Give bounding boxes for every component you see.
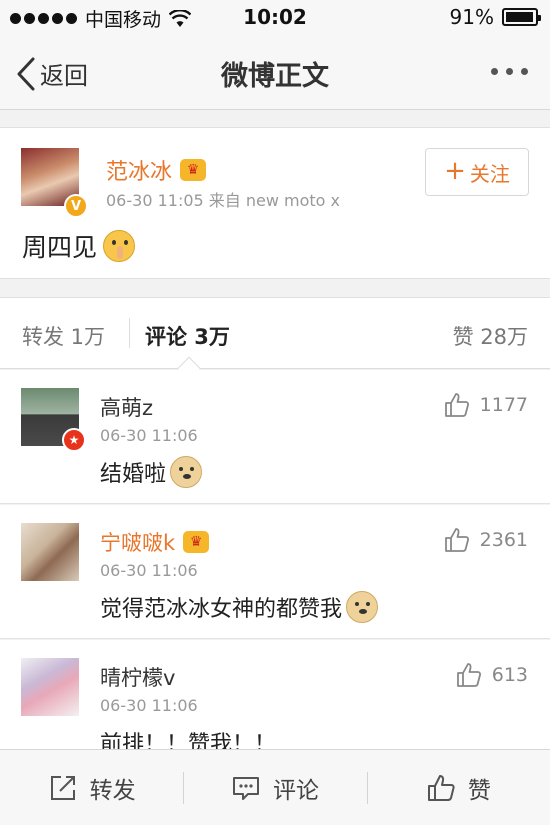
shush-emoji-icon bbox=[103, 230, 136, 262]
comment-item: 宁啵啵k ♛ 06-30 11:06 觉得范冰冰女神的都赞我 2361 bbox=[0, 505, 550, 639]
comment-bubble-icon bbox=[232, 776, 259, 800]
commenter-name[interactable]: 宁啵啵k ♛ bbox=[100, 527, 210, 557]
verified-badge-icon: V bbox=[64, 194, 88, 218]
tab-divider bbox=[129, 318, 130, 348]
comment-button[interactable]: 评论 bbox=[183, 750, 366, 825]
author-name-text: 范冰冰 bbox=[106, 160, 173, 185]
comment-like-button[interactable]: 613 bbox=[456, 662, 528, 688]
post-card: V 范冰冰 ♛ 06-30 11:05 来自 new moto x + 关注 周… bbox=[0, 127, 550, 279]
post-meta: 06-30 11:05 来自 new moto x bbox=[106, 191, 341, 210]
comment-text-content: 结婚啦 bbox=[100, 462, 167, 487]
bottom-toolbar: 转发 评论 赞 bbox=[0, 749, 550, 825]
comment-like-count: 2361 bbox=[479, 529, 528, 551]
commenter-avatar[interactable] bbox=[21, 523, 79, 581]
follow-button[interactable]: + 关注 bbox=[425, 148, 529, 196]
doge-emoji-icon bbox=[170, 456, 203, 488]
tab-comment[interactable]: 评论 3万 bbox=[145, 321, 230, 351]
post-text-content: 周四见 bbox=[22, 233, 98, 262]
doge-emoji-icon bbox=[346, 591, 379, 623]
status-right: 91% bbox=[449, 5, 541, 29]
plus-icon: + bbox=[444, 156, 466, 186]
thumb-up-icon bbox=[427, 774, 455, 801]
comment-time: 06-30 11:06 bbox=[100, 561, 198, 580]
vip-crown-icon: ♛ bbox=[183, 531, 210, 553]
like-button[interactable]: 赞 bbox=[366, 750, 550, 825]
follow-label: 关注 bbox=[469, 161, 510, 186]
repost-label: 转发 bbox=[89, 777, 136, 804]
page-title: 微博正文 bbox=[221, 61, 329, 92]
comment-text: 结婚啦 bbox=[100, 456, 203, 488]
comment-time: 06-30 11:06 bbox=[100, 696, 198, 715]
commenter-name[interactable]: 晴柠檬v bbox=[100, 662, 175, 692]
interaction-tabs: 转发 1万 评论 3万 赞 28万 bbox=[0, 297, 550, 369]
commenter-avatar[interactable] bbox=[21, 658, 79, 716]
like-label: 赞 bbox=[467, 777, 491, 804]
commenter-name[interactable]: 高萌z bbox=[100, 392, 153, 422]
thumb-up-icon bbox=[444, 393, 469, 417]
comment-like-count: 613 bbox=[491, 664, 528, 686]
comment-time: 06-30 11:06 bbox=[100, 426, 198, 445]
more-dots-icon[interactable] bbox=[491, 68, 528, 75]
star-badge-icon: ★ bbox=[62, 428, 86, 452]
comment-like-button[interactable]: 1177 bbox=[444, 392, 528, 418]
comment-text-content: 觉得范冰冰女神的都赞我 bbox=[100, 597, 343, 622]
comment-text: 觉得范冰冰女神的都赞我 bbox=[100, 591, 379, 623]
post-text: 周四见 bbox=[22, 228, 136, 264]
status-bar: 中国移动 10:02 91% bbox=[0, 0, 550, 36]
comment-label: 评论 bbox=[272, 777, 319, 804]
thumb-up-icon bbox=[444, 528, 469, 552]
navigation-bar: 返回 微博正文 bbox=[0, 36, 550, 110]
author-name[interactable]: 范冰冰 ♛ bbox=[106, 154, 207, 186]
thumb-up-icon bbox=[456, 663, 481, 687]
vip-crown-icon: ♛ bbox=[180, 159, 207, 181]
share-arrow-icon bbox=[50, 775, 75, 800]
battery-icon bbox=[502, 8, 541, 26]
comment-like-count: 1177 bbox=[479, 394, 528, 416]
comment-item: ★ 高萌z 06-30 11:06 结婚啦 1177 bbox=[0, 370, 550, 504]
battery-percent: 91% bbox=[449, 5, 494, 29]
weibo-detail-page: 中国移动 10:02 91% 返回 微博正文 V 范冰冰 ♛ 06-30 11:… bbox=[0, 0, 550, 825]
commenter-name-text: 宁啵啵k bbox=[100, 531, 176, 555]
repost-button[interactable]: 转发 bbox=[0, 750, 183, 825]
comment-like-button[interactable]: 2361 bbox=[444, 527, 528, 553]
tab-like[interactable]: 赞 28万 bbox=[453, 321, 528, 351]
tab-repost[interactable]: 转发 1万 bbox=[22, 321, 105, 351]
